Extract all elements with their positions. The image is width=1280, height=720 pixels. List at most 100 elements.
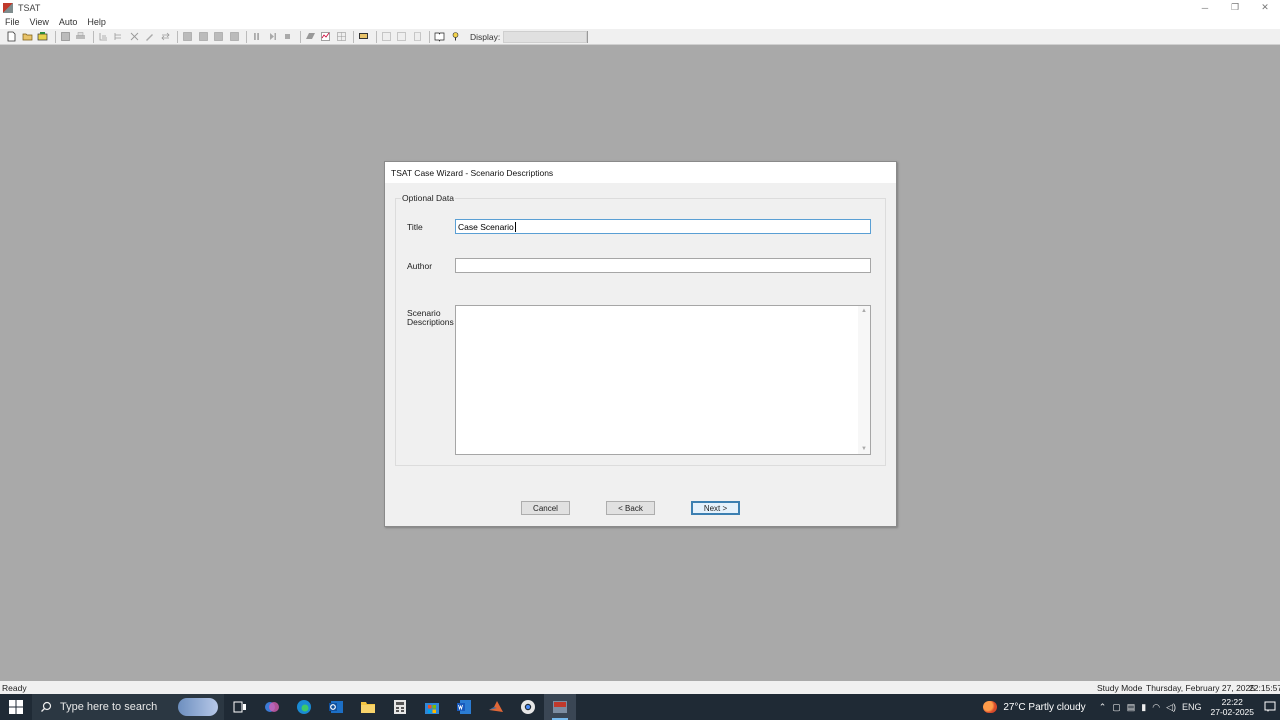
new-file-icon[interactable]	[5, 31, 18, 43]
author-label: Author	[407, 261, 433, 271]
weather-text: 27°C Partly cloudy	[1003, 701, 1086, 713]
window-controls: ─ ❐ ✕	[1190, 0, 1280, 15]
system-tray: 27°C Partly cloudy ⌃ ▢ ▤ ▮ ◠ ◁) ENG 22:2…	[983, 694, 1280, 720]
calculator-app-icon[interactable]	[384, 694, 416, 720]
close-button[interactable]: ✕	[1250, 0, 1280, 15]
start-button[interactable]	[0, 694, 32, 720]
minimize-button[interactable]: ─	[1190, 0, 1220, 15]
open-case-icon[interactable]	[36, 31, 49, 43]
tsat-app-icon	[3, 2, 13, 13]
outlook-icon[interactable]	[320, 694, 352, 720]
print-icon[interactable]	[74, 31, 87, 43]
tool-cut-icon[interactable]	[128, 31, 141, 43]
taskbar-search[interactable]: Type here to search	[32, 694, 224, 720]
device-icon[interactable]: ▢	[1112, 702, 1121, 713]
display-label: Display:	[470, 31, 501, 42]
toolbar-separator	[353, 30, 354, 43]
status-time: 22:15:57	[1249, 683, 1280, 693]
wifi-icon[interactable]: ◠	[1152, 702, 1160, 713]
chrome-icon[interactable]	[512, 694, 544, 720]
search-placeholder: Type here to search	[60, 701, 158, 713]
clock-date: 27-02-2025	[1210, 707, 1254, 717]
report-icon[interactable]	[411, 31, 424, 43]
dialog-title: TSAT Case Wizard - Scenario Descriptions	[385, 162, 896, 183]
layout-2-icon[interactable]	[197, 31, 210, 43]
network-icon[interactable]	[304, 31, 317, 43]
microsoft-store-icon[interactable]	[416, 694, 448, 720]
task-view-icon[interactable]	[224, 694, 256, 720]
language-indicator[interactable]: ENG	[1182, 702, 1202, 712]
toolbar-separator	[299, 30, 301, 43]
toolbar-separator	[429, 30, 430, 43]
windows-taskbar: Type here to search 27°C Partly cloudy ⌃…	[0, 694, 1280, 720]
title-label: Title	[407, 222, 423, 232]
pause-icon[interactable]	[250, 31, 263, 43]
word-icon[interactable]	[448, 694, 480, 720]
plot-icon[interactable]	[319, 31, 332, 43]
edge-browser-icon[interactable]	[288, 694, 320, 720]
cancel-button[interactable]: Cancel	[521, 501, 570, 515]
toolbar-separator	[375, 30, 377, 43]
taskbar-clock[interactable]: 22:22 27-02-2025	[1211, 697, 1254, 717]
file-explorer-icon[interactable]	[352, 694, 384, 720]
search-highlight-image	[178, 698, 218, 716]
menu-file[interactable]: File	[0, 17, 25, 27]
window-title-bar: TSAT ─ ❐ ✕	[0, 0, 1280, 15]
descriptions-label: Descriptions	[407, 317, 454, 327]
clock-time: 22:22	[1221, 697, 1243, 707]
status-bar: Ready Study Mode Thursday, February 27, …	[0, 681, 1280, 694]
export-icon[interactable]	[380, 31, 393, 43]
menu-auto[interactable]: Auto	[54, 17, 83, 27]
monitor-icon[interactable]	[357, 31, 370, 43]
menu-bar: File View Auto Help	[0, 15, 1280, 29]
menu-view[interactable]: View	[25, 17, 54, 27]
layout-3-icon[interactable]	[212, 31, 225, 43]
status-date: Thursday, February 27, 2025	[1146, 683, 1255, 693]
back-button[interactable]: < Back	[606, 501, 655, 515]
usb-icon[interactable]: ▮	[1141, 702, 1146, 713]
stop-icon[interactable]	[281, 31, 294, 43]
scroll-up-icon[interactable]: ▲	[861, 308, 867, 314]
weather-widget[interactable]: 27°C Partly cloudy	[983, 701, 1086, 713]
author-input[interactable]	[455, 258, 871, 273]
status-text: Ready	[2, 683, 27, 693]
display-select[interactable]	[503, 30, 588, 43]
layout-4-icon[interactable]	[228, 31, 241, 43]
layout-1-icon[interactable]	[181, 31, 194, 43]
open-folder-icon[interactable]	[21, 31, 34, 43]
import-icon[interactable]	[395, 31, 408, 43]
title-input-value: Case Scenario	[458, 221, 514, 232]
window-title: TSAT	[18, 2, 41, 13]
tool-swap-icon[interactable]	[159, 31, 172, 43]
tool-tree-icon[interactable]	[112, 31, 125, 43]
tool-align-icon[interactable]	[97, 31, 110, 43]
optional-data-label: Optional Data	[401, 193, 455, 203]
scenario-descriptions-textarea[interactable]: ▲ ▼	[455, 305, 871, 455]
tool-edit-icon[interactable]	[143, 31, 156, 43]
notification-icon[interactable]	[1260, 701, 1280, 713]
help-icon[interactable]	[449, 31, 462, 43]
show-hidden-icons-icon[interactable]: ⌃	[1099, 702, 1107, 713]
display-separator	[587, 30, 593, 43]
book-icon[interactable]	[433, 31, 446, 43]
copilot-icon[interactable]	[256, 694, 288, 720]
menu-help[interactable]: Help	[82, 17, 111, 27]
matlab-icon[interactable]	[480, 694, 512, 720]
maximize-button[interactable]: ❐	[1220, 0, 1250, 15]
toolbar: Display:	[0, 29, 1280, 45]
save-icon[interactable]	[59, 31, 72, 43]
toolbar-separator	[246, 30, 247, 43]
volume-icon[interactable]: ◁)	[1166, 702, 1176, 713]
next-button[interactable]: Next >	[691, 501, 740, 515]
windows-logo-icon	[9, 700, 23, 714]
search-icon	[41, 701, 52, 712]
scroll-down-icon[interactable]: ▼	[861, 446, 867, 452]
meet-now-icon[interactable]: ▤	[1127, 702, 1136, 713]
partly-cloudy-icon	[983, 701, 998, 713]
vertical-scrollbar[interactable]: ▲ ▼	[858, 306, 870, 454]
text-caret	[514, 221, 516, 232]
grid-icon[interactable]	[335, 31, 348, 43]
tsat-taskbar-icon[interactable]	[544, 694, 576, 720]
title-input[interactable]: Case Scenario	[455, 219, 871, 234]
step-icon[interactable]	[266, 31, 279, 43]
